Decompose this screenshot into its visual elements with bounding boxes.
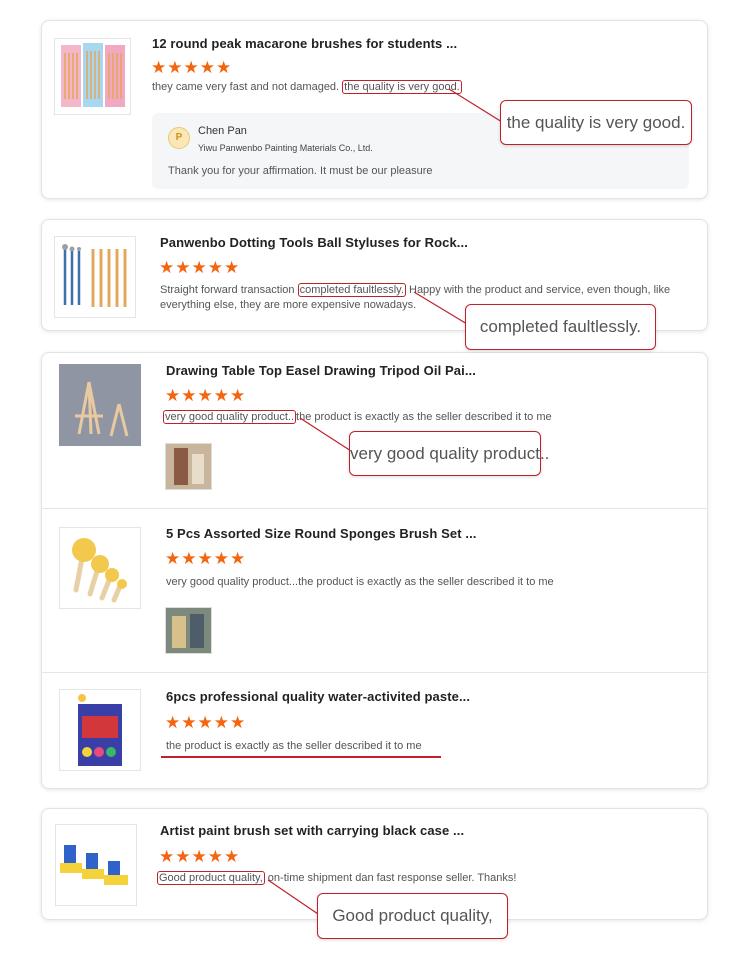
callout-very-good-quality: very good quality product.. (349, 431, 549, 476)
review-text: Good product quality, on-time shipment d… (157, 871, 516, 886)
review-text-part: the product is exactly as the seller des… (296, 411, 552, 423)
star-rating: ★★★★★ (165, 549, 247, 568)
star-rating: ★★★★★ (165, 713, 247, 732)
highlighted-phrase: completed faultlessly. (297, 283, 406, 297)
review-text-part: Straight forward transaction (160, 284, 298, 296)
callout-quality-good: the quality is very good. (500, 100, 692, 145)
review-photo[interactable] (165, 607, 212, 654)
review-text: the product is exactly as the seller des… (166, 740, 422, 752)
seller-name: Chen Pan (198, 125, 247, 137)
product-thumbnail-easel[interactable] (59, 364, 141, 446)
highlighted-phrase: very good quality product.. (163, 410, 297, 424)
product-title[interactable]: 12 round peak macarone brushes for stude… (152, 36, 457, 51)
review-card-3: Drawing Table Top Easel Drawing Tripod O… (41, 352, 708, 789)
review-text: they came very fast and not damaged. the… (152, 80, 462, 95)
review-text-part: on-time shipment dan fast response selle… (264, 872, 517, 884)
star-rating: ★★★★★ (165, 386, 247, 405)
product-title[interactable]: 6pcs professional quality water-activite… (166, 689, 470, 704)
callout-good-product-quality: Good product quality, (317, 893, 508, 939)
review-photo[interactable] (165, 443, 212, 490)
star-rating: ★★★★★ (159, 847, 241, 866)
product-thumbnail-paint-brushes[interactable] (55, 824, 137, 906)
product-thumbnail-paint-set[interactable] (59, 689, 141, 771)
product-title[interactable]: Drawing Table Top Easel Drawing Tripod O… (166, 363, 476, 378)
product-thumbnail-brushes[interactable] (54, 38, 131, 115)
product-thumbnail-dotting-tools[interactable] (54, 236, 136, 318)
item-divider (42, 508, 707, 509)
seller-company: Yiwu Panwenbo Painting Materials Co., Lt… (198, 143, 373, 153)
callout-completed-faultlessly: completed faultlessly. (465, 304, 656, 350)
review-text-part: they came very fast and not damaged. (152, 81, 343, 93)
item-divider (42, 672, 707, 673)
product-title[interactable]: 5 Pcs Assorted Size Round Sponges Brush … (166, 526, 477, 541)
star-rating: ★★★★★ (159, 258, 241, 277)
product-thumbnail-sponges[interactable] (59, 527, 141, 609)
review-text: very good quality product.. the product i… (163, 410, 552, 425)
product-title[interactable]: Panwenbo Dotting Tools Ball Styluses for… (160, 235, 468, 250)
seller-logo-icon: P (168, 127, 190, 149)
underline-annotation (161, 756, 441, 758)
highlighted-phrase: Good product quality, (157, 871, 265, 885)
star-rating: ★★★★★ (151, 58, 233, 77)
highlighted-phrase: the quality is very good. (342, 80, 462, 94)
review-text: very good quality product...the product … (166, 576, 554, 588)
product-title[interactable]: Artist paint brush set with carrying bla… (160, 823, 464, 838)
seller-reply-text: Thank you for your affirmation. It must … (168, 165, 433, 177)
